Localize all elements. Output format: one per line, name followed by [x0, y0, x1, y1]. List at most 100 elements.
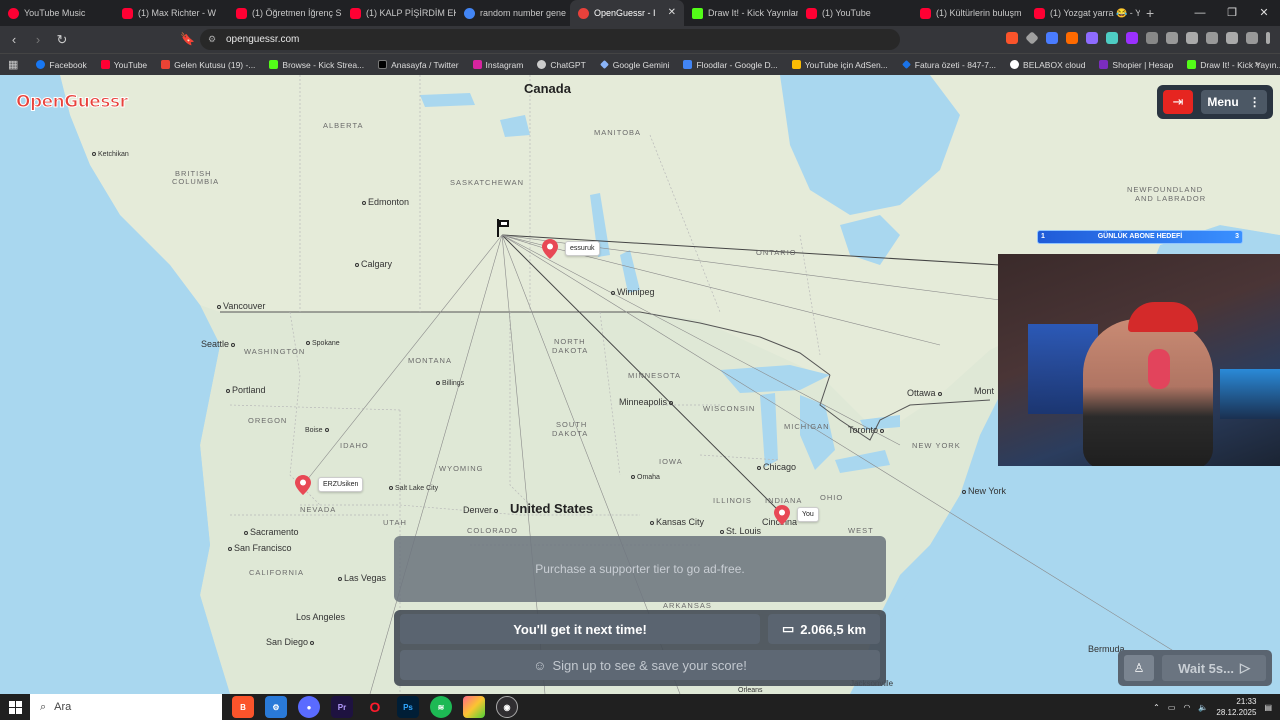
app-icon[interactable]: ⚙ — [265, 696, 287, 718]
bookmark-adsense[interactable]: YouTube için AdSen... — [791, 60, 888, 70]
site-info-icon[interactable]: ⚙ — [208, 29, 216, 50]
state-label: NEVADA — [300, 505, 337, 514]
state-label: OREGON — [248, 416, 288, 425]
forward-icon[interactable]: › — [28, 32, 48, 47]
city-dot — [306, 341, 310, 346]
city-label: Portland — [226, 385, 266, 395]
bookmark-shopier[interactable]: Shopier | Hesap — [1099, 60, 1173, 70]
bookmark-facebook[interactable]: Facebook — [36, 60, 87, 70]
bookmark-kick[interactable]: Browse - Kick Strea... — [269, 60, 364, 70]
sidebar-icon[interactable] — [1186, 32, 1198, 44]
back-icon[interactable]: ‹ — [4, 32, 24, 47]
photoshop-icon[interactable]: Ps — [397, 696, 419, 718]
leo-icon[interactable] — [1226, 32, 1238, 44]
extension-icon[interactable] — [1126, 32, 1138, 44]
close-tab-icon[interactable]: ✕ — [668, 7, 676, 18]
result-map[interactable]: Canada United States ALBERTA BRITISH COL… — [0, 75, 1280, 694]
signup-button[interactable]: ☺ Sign up to see & save your score! — [400, 650, 880, 680]
bookmark-belabox[interactable]: BELABOX cloud — [1010, 60, 1085, 70]
next-round-button[interactable]: Wait 5s... ▷ — [1162, 655, 1266, 681]
exit-button[interactable]: ⇥ — [1163, 90, 1193, 114]
volume-icon[interactable]: 🔈 — [1198, 703, 1208, 712]
youtube-icon — [920, 7, 931, 19]
tab-title: (1) Yozgat yarra 😂 - Y — [1050, 7, 1140, 18]
opera-icon[interactable]: O — [364, 696, 386, 718]
tab-kulturlerin[interactable]: (1) Kültürlerin buluşm — [912, 0, 1026, 26]
start-button[interactable] — [0, 694, 30, 720]
browser-menu-icon[interactable] — [1266, 32, 1270, 44]
reload-icon[interactable]: ↻ — [52, 32, 72, 48]
taskbar-search[interactable]: ⌕ Ara — [30, 694, 222, 720]
brave-shield-icon[interactable] — [1006, 32, 1018, 44]
maximize-icon[interactable]: ❐ — [1216, 0, 1248, 26]
tab-title: (1) Max Richter - W — [138, 8, 217, 18]
city-label: Calgary — [355, 259, 392, 269]
bookmark-gmail[interactable]: Gelen Kutusu (19) -... — [161, 60, 255, 70]
apps-grid-icon[interactable]: ▦ — [8, 58, 18, 71]
extension-icon[interactable] — [1046, 32, 1058, 44]
bookmark-floodlar[interactable]: Floodlar - Google D... — [683, 60, 778, 70]
chatgpt-icon — [537, 60, 547, 69]
tab-random-number[interactable]: random number gene — [456, 0, 570, 26]
gmail-icon — [161, 60, 171, 69]
extension-icon[interactable] — [1086, 32, 1098, 44]
new-tab-icon[interactable]: + — [1146, 5, 1154, 21]
city-label: Edmonton — [362, 197, 409, 207]
tab-kalp[interactable]: (1) KALP PİŞİRDİM EKİP — [342, 0, 456, 26]
player-pin-icon[interactable] — [542, 239, 558, 259]
network-icon[interactable]: ▭ — [1168, 703, 1176, 712]
brave-rewards-icon[interactable] — [1025, 31, 1039, 45]
menu-button[interactable]: Menu ⋮ — [1201, 90, 1267, 114]
tab-max-richter[interactable]: (1) Max Richter - W — [114, 0, 228, 26]
bookmarks-bar: ▦ Facebook YouTube Gelen Kutusu (19) -..… — [0, 53, 1280, 75]
url-field[interactable]: ⚙ openguessr.com — [200, 29, 900, 50]
app-icon[interactable]: ● — [298, 696, 320, 718]
clock[interactable]: 21:33 28.12.2025 — [1216, 696, 1256, 718]
bookmark-chatgpt[interactable]: ChatGPT — [537, 60, 586, 70]
tab-youtube[interactable]: (1) YouTube — [798, 0, 912, 26]
bookmark-youtube[interactable]: YouTube — [100, 60, 147, 70]
wait-label: Wait 5s... — [1178, 660, 1234, 676]
next-round-group: ♙ Wait 5s... ▷ — [1118, 650, 1272, 686]
bookmark-gemini[interactable]: Google Gemini — [599, 60, 669, 70]
bookmark-draw-it[interactable]: Draw It! - Kick Yayın... — [1187, 60, 1280, 70]
menu-group: ⇥ Menu ⋮ — [1157, 85, 1273, 119]
bookmark-twitter[interactable]: Anasayfa / Twitter — [378, 60, 459, 70]
close-window-icon[interactable]: ✕ — [1248, 0, 1280, 26]
your-pin-icon[interactable] — [774, 505, 790, 525]
google-docs-icon — [683, 60, 693, 69]
photos-icon[interactable] — [463, 696, 485, 718]
wallet-icon[interactable] — [1206, 32, 1218, 44]
bookmark-instagram[interactable]: Instagram — [472, 59, 524, 70]
more-bookmarks-icon[interactable]: » — [1254, 59, 1260, 70]
user-icon: ☺ — [533, 657, 547, 673]
premiere-icon[interactable]: Pr — [331, 696, 353, 718]
tab-draw-it[interactable]: Draw It! - Kick Yayınlar — [684, 0, 798, 26]
bookmark-fatura[interactable]: Fatura özeti - 847-7... — [901, 60, 996, 70]
player-name-label: You — [797, 507, 819, 522]
bookmark-icon[interactable]: 🔖 — [180, 32, 195, 46]
city-label: Seattle — [201, 339, 237, 349]
tray-overflow-icon[interactable]: ⌃ — [1153, 703, 1160, 712]
spotify-icon[interactable]: ≋ — [430, 696, 452, 718]
city-label: Vancouver — [217, 301, 265, 311]
address-bar-row: ‹ › ↻ 🔖 ⚙ openguessr.com — [0, 26, 1280, 53]
extension-icon[interactable] — [1106, 32, 1118, 44]
tab-openguessr[interactable]: OpenGuessr - I ✕ — [570, 0, 684, 26]
obs-icon[interactable]: ◉ — [496, 696, 518, 718]
media-icon[interactable] — [1166, 32, 1178, 44]
extensions-puzzle-icon[interactable] — [1146, 32, 1158, 44]
player-pin-icon[interactable] — [295, 475, 311, 495]
bookmark-label: Instagram — [485, 59, 524, 70]
notifications-icon[interactable]: ▤ — [1264, 703, 1272, 712]
extension-icon[interactable] — [1066, 32, 1078, 44]
openguessr-logo[interactable]: OpenGuessr — [15, 92, 128, 113]
tab-yozgat[interactable]: (1) Yozgat yarra 😂 - Y — [1026, 0, 1140, 26]
brave-browser-icon[interactable]: B — [232, 696, 254, 718]
vpn-icon[interactable] — [1246, 32, 1258, 44]
view-panorama-button[interactable]: ♙ — [1124, 655, 1154, 681]
wifi-icon[interactable]: ◠ — [1183, 703, 1190, 712]
tab-youtube-music[interactable]: YouTube Music — [0, 0, 114, 26]
minimize-icon[interactable]: — — [1184, 0, 1216, 26]
tab-ogretmen[interactable]: (1) Öğretmen İğrenç S — [228, 0, 342, 26]
